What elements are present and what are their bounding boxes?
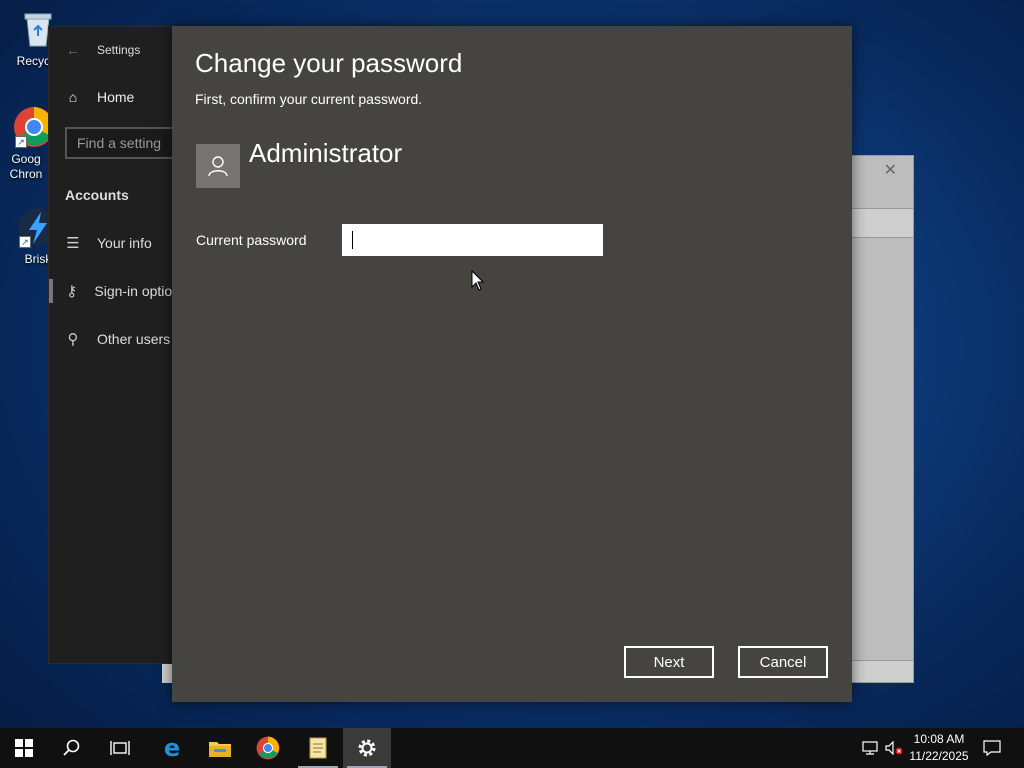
close-icon[interactable]: ✕ xyxy=(884,160,897,180)
taskbar-notepad[interactable] xyxy=(294,728,342,768)
clock-time: 10:08 AM xyxy=(913,732,965,746)
chrome-icon xyxy=(256,736,280,760)
volume-muted-icon[interactable] xyxy=(882,728,906,768)
notepad-icon xyxy=(309,737,327,759)
settings-home-link[interactable]: ⌂ Home xyxy=(49,73,187,121)
file-explorer-icon xyxy=(209,742,231,757)
change-password-dialog: Change your password First, confirm your… xyxy=(172,26,852,702)
start-button[interactable] xyxy=(0,728,48,768)
cancel-button[interactable]: Cancel xyxy=(738,646,828,678)
settings-gear-icon xyxy=(358,739,376,757)
task-view-button[interactable] xyxy=(96,728,144,768)
mouse-cursor-icon xyxy=(471,270,485,291)
settings-window: ← Settings ⌂ Home Find a setting Account… xyxy=(48,26,205,664)
next-button[interactable]: Next xyxy=(624,646,714,678)
search-placeholder: Find a setting xyxy=(77,135,162,151)
settings-title: Settings xyxy=(97,43,141,57)
home-label: Home xyxy=(97,89,135,105)
settings-titlebar: ← Settings xyxy=(49,27,187,73)
current-password-field[interactable] xyxy=(342,224,603,256)
dialog-subtitle: First, confirm your current password. xyxy=(195,91,423,107)
taskbar-chrome[interactable] xyxy=(244,728,292,768)
key-icon: ⚷ xyxy=(66,283,78,300)
shortcut-arrow-icon: ↗ xyxy=(19,236,31,248)
network-icon[interactable] xyxy=(858,728,882,768)
svg-text:e: e xyxy=(164,736,180,760)
taskbar-settings[interactable] xyxy=(343,728,391,768)
sidebar-item-other-users[interactable]: ⚲ Other users xyxy=(49,315,187,363)
search-icon xyxy=(63,739,80,756)
system-clock[interactable]: 10:08 AM 11/22/2025 xyxy=(906,731,972,765)
sidebar-item-your-info[interactable]: ☰ Your info xyxy=(49,219,187,267)
edge-icon: e xyxy=(164,736,180,760)
avatar xyxy=(196,144,240,188)
accounts-section-heading: Accounts xyxy=(65,187,129,203)
taskbar-edge[interactable]: e xyxy=(148,728,196,768)
sidebar-item-sign-in-options[interactable]: ⚷ Sign-in options xyxy=(49,267,187,315)
current-password-label: Current password xyxy=(196,232,307,248)
background-window: ✕ xyxy=(848,155,914,683)
person-card-icon: ☰ xyxy=(66,235,80,252)
sidebar-item-label: Your info xyxy=(97,235,152,251)
username: Administrator xyxy=(249,138,403,168)
shortcut-arrow-icon: ↗ xyxy=(15,136,27,148)
background-window-bar xyxy=(849,208,913,238)
task-view-icon xyxy=(110,741,130,755)
user-icon xyxy=(208,156,228,177)
clock-date: 11/22/2025 xyxy=(909,749,969,763)
background-window-bottom xyxy=(849,660,913,682)
home-icon: ⌂ xyxy=(68,89,78,105)
taskbar: e 10:08 AM 11/22/2025 xyxy=(0,728,1024,768)
dialog-title: Change your password xyxy=(195,48,463,78)
person-add-icon: ⚲ xyxy=(67,331,79,348)
notifications-icon[interactable] xyxy=(978,728,1006,768)
text-caret xyxy=(352,231,353,249)
taskbar-file-explorer[interactable] xyxy=(196,728,244,768)
start-icon xyxy=(15,739,33,757)
sidebar-item-label: Other users xyxy=(97,331,171,347)
back-arrow-icon[interactable]: ← xyxy=(49,42,97,58)
taskbar-search-button[interactable] xyxy=(48,728,96,768)
